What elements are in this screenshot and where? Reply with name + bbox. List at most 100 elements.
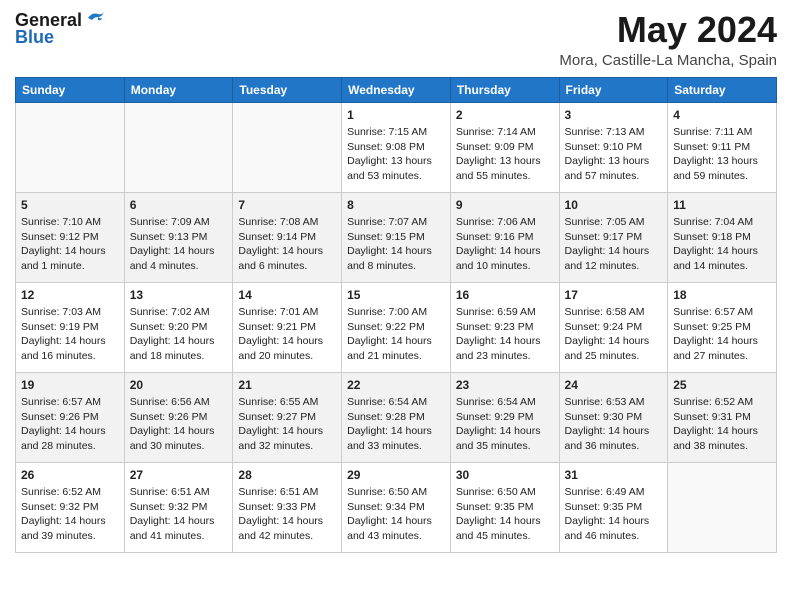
day-info: Sunrise: 7:08 AM Sunset: 9:14 PM Dayligh… [238,216,323,273]
week-row-1: 1Sunrise: 7:15 AM Sunset: 9:08 PM Daylig… [16,102,777,192]
day-cell: 19 Sunrise: 6:57 AM Sunset: 9:26 PM Dayli… [16,372,125,462]
day-cell: 24Sunrise: 6:53 AM Sunset: 9:30 PM Dayli… [559,372,668,462]
day-info: Sunrise: 7:09 AM Sunset: 9:13 PM Dayligh… [130,216,215,273]
weekday-header-wednesday: Wednesday [342,77,451,102]
day-info: Sunrise: 6:58 AM Sunset: 9:24 PM Dayligh… [565,306,650,363]
day-number: 26 [21,467,119,483]
day-number: 22 [347,377,445,393]
day-cell: 2 Sunrise: 7:14 AM Sunset: 9:09 PM Daylig… [450,102,559,192]
week-row-4: 19 Sunrise: 6:57 AM Sunset: 9:26 PM Dayli… [16,372,777,462]
day-info: Sunrise: 6:49 AM Sunset: 9:35 PM Dayligh… [565,486,650,543]
day-cell: 23 Sunrise: 6:54 AM Sunset: 9:29 PM Dayli… [450,372,559,462]
day-info: Sunrise: 7:01 AM Sunset: 9:21 PM Dayligh… [238,306,323,363]
day-number: 6 [130,197,228,213]
day-number: 31 [565,467,663,483]
day-info: Sunrise: 7:11 AM Sunset: 9:11 PM Dayligh… [673,126,758,183]
day-info: Sunrise: 6:57 AM Sunset: 9:25 PM Dayligh… [673,306,758,363]
weekday-header-thursday: Thursday [450,77,559,102]
day-cell: 4 Sunrise: 7:11 AM Sunset: 9:11 PM Daylig… [668,102,777,192]
day-number: 15 [347,287,445,303]
weekday-header-row: SundayMondayTuesdayWednesdayThursdayFrid… [16,77,777,102]
day-info: Sunrise: 6:54 AM Sunset: 9:28 PM Dayligh… [347,396,432,453]
day-cell: 25 Sunrise: 6:52 AM Sunset: 9:31 PM Dayli… [668,372,777,462]
day-cell: 5Sunrise: 7:10 AM Sunset: 9:12 PM Daylig… [16,192,125,282]
weekday-header-saturday: Saturday [668,77,777,102]
day-number: 25 [673,377,771,393]
weekday-header-monday: Monday [124,77,233,102]
week-row-2: 5Sunrise: 7:10 AM Sunset: 9:12 PM Daylig… [16,192,777,282]
day-number: 7 [238,197,336,213]
day-info: Sunrise: 6:52 AM Sunset: 9:32 PM Dayligh… [21,486,106,543]
day-cell: 30Sunrise: 6:50 AM Sunset: 9:35 PM Dayli… [450,462,559,552]
day-cell: 20 Sunrise: 6:56 AM Sunset: 9:26 PM Dayli… [124,372,233,462]
day-number: 28 [238,467,336,483]
day-cell: 13 Sunrise: 7:02 AM Sunset: 9:20 PM Dayli… [124,282,233,372]
day-number: 20 [130,377,228,393]
day-cell: 12Sunrise: 7:03 AM Sunset: 9:19 PM Dayli… [16,282,125,372]
day-cell: 27 Sunrise: 6:51 AM Sunset: 9:32 PM Dayli… [124,462,233,552]
day-cell: 7 Sunrise: 7:08 AM Sunset: 9:14 PM Daylig… [233,192,342,282]
day-number: 23 [456,377,554,393]
day-number: 18 [673,287,771,303]
day-info: Sunrise: 6:54 AM Sunset: 9:29 PM Dayligh… [456,396,541,453]
day-number: 10 [565,197,663,213]
day-cell: 1Sunrise: 7:15 AM Sunset: 9:08 PM Daylig… [342,102,451,192]
day-cell: 17Sunrise: 6:58 AM Sunset: 9:24 PM Dayli… [559,282,668,372]
page-header: General Blue May 2024 Mora, Castille-La … [15,10,777,69]
logo: General Blue [15,10,106,48]
day-cell: 10Sunrise: 7:05 AM Sunset: 9:17 PM Dayli… [559,192,668,282]
day-number: 2 [456,107,554,123]
day-info: Sunrise: 7:07 AM Sunset: 9:15 PM Dayligh… [347,216,432,273]
day-cell: 28 Sunrise: 6:51 AM Sunset: 9:33 PM Dayli… [233,462,342,552]
day-cell: 22 Sunrise: 6:54 AM Sunset: 9:28 PM Dayli… [342,372,451,462]
calendar: SundayMondayTuesdayWednesdayThursdayFrid… [15,77,777,553]
day-number: 29 [347,467,445,483]
day-info: Sunrise: 7:13 AM Sunset: 9:10 PM Dayligh… [565,126,650,183]
weekday-header-friday: Friday [559,77,668,102]
month-title: May 2024 [559,10,777,50]
week-row-3: 12Sunrise: 7:03 AM Sunset: 9:19 PM Dayli… [16,282,777,372]
day-cell: 15 Sunrise: 7:00 AM Sunset: 9:22 PM Dayli… [342,282,451,372]
day-cell: 31 Sunrise: 6:49 AM Sunset: 9:35 PM Dayli… [559,462,668,552]
day-number: 1 [347,107,445,123]
day-info: Sunrise: 6:56 AM Sunset: 9:26 PM Dayligh… [130,396,215,453]
day-info: Sunrise: 6:57 AM Sunset: 9:26 PM Dayligh… [21,396,106,453]
day-number: 21 [238,377,336,393]
location: Mora, Castille-La Mancha, Spain [559,52,777,69]
day-info: Sunrise: 7:03 AM Sunset: 9:19 PM Dayligh… [21,306,106,363]
day-info: Sunrise: 6:52 AM Sunset: 9:31 PM Dayligh… [673,396,758,453]
day-number: 19 [21,377,119,393]
day-info: Sunrise: 6:51 AM Sunset: 9:33 PM Dayligh… [238,486,323,543]
day-number: 14 [238,287,336,303]
day-info: Sunrise: 7:06 AM Sunset: 9:16 PM Dayligh… [456,216,541,273]
day-cell: 26 Sunrise: 6:52 AM Sunset: 9:32 PM Dayli… [16,462,125,552]
day-number: 5 [21,197,119,213]
logo-bird-icon [84,10,106,28]
weekday-header-sunday: Sunday [16,77,125,102]
day-cell: 18 Sunrise: 6:57 AM Sunset: 9:25 PM Dayli… [668,282,777,372]
day-cell: 6 Sunrise: 7:09 AM Sunset: 9:13 PM Daylig… [124,192,233,282]
day-cell [124,102,233,192]
day-number: 27 [130,467,228,483]
day-cell [233,102,342,192]
day-info: Sunrise: 6:50 AM Sunset: 9:34 PM Dayligh… [347,486,432,543]
day-cell: 9 Sunrise: 7:06 AM Sunset: 9:16 PM Daylig… [450,192,559,282]
day-number: 16 [456,287,554,303]
day-number: 13 [130,287,228,303]
day-number: 11 [673,197,771,213]
day-cell [16,102,125,192]
day-info: Sunrise: 6:51 AM Sunset: 9:32 PM Dayligh… [130,486,215,543]
day-cell: 29 Sunrise: 6:50 AM Sunset: 9:34 PM Dayli… [342,462,451,552]
day-number: 24 [565,377,663,393]
day-number: 4 [673,107,771,123]
day-info: Sunrise: 7:02 AM Sunset: 9:20 PM Dayligh… [130,306,215,363]
day-number: 30 [456,467,554,483]
day-info: Sunrise: 7:00 AM Sunset: 9:22 PM Dayligh… [347,306,432,363]
day-info: Sunrise: 6:59 AM Sunset: 9:23 PM Dayligh… [456,306,541,363]
day-number: 9 [456,197,554,213]
day-cell: 11 Sunrise: 7:04 AM Sunset: 9:18 PM Dayli… [668,192,777,282]
day-info: Sunrise: 7:14 AM Sunset: 9:09 PM Dayligh… [456,126,541,183]
day-info: Sunrise: 7:04 AM Sunset: 9:18 PM Dayligh… [673,216,758,273]
day-cell: 8Sunrise: 7:07 AM Sunset: 9:15 PM Daylig… [342,192,451,282]
week-row-5: 26 Sunrise: 6:52 AM Sunset: 9:32 PM Dayli… [16,462,777,552]
